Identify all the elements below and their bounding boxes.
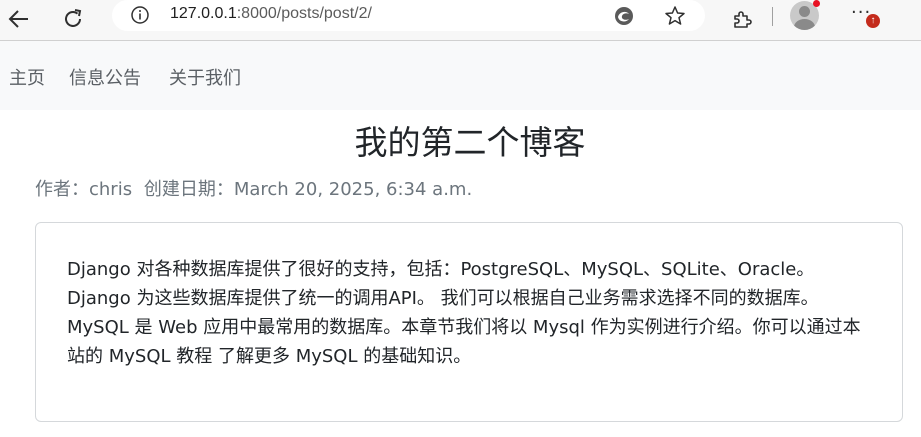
update-badge: ↑	[866, 14, 880, 28]
nav-link-home[interactable]: 主页	[9, 64, 45, 90]
url-path: :8000/posts/post/2/	[236, 5, 372, 22]
info-icon[interactable]	[130, 5, 150, 25]
post-body-text: Django 对各种数据库提供了很好的支持，包括：PostgreSQL、MySQ…	[67, 259, 861, 367]
extensions-button[interactable]	[727, 4, 757, 34]
post-date: 创建日期：March 20, 2025, 6:34 a.m.	[143, 179, 473, 200]
nav-link-about[interactable]: 关于我们	[169, 64, 241, 90]
avatar-head-shape	[799, 6, 810, 17]
avatar-body-shape	[794, 19, 815, 30]
post-title: 我的第二个博客	[354, 123, 586, 162]
site-navbar: 主页 信息公告 关于我们	[0, 41, 921, 110]
url-host: 127.0.0.1	[170, 5, 237, 22]
reload-button[interactable]	[58, 4, 88, 34]
puzzle-icon	[734, 11, 752, 28]
reload-icon	[65, 9, 82, 27]
post-author: 作者：chris	[35, 179, 133, 200]
post-meta: 作者：chris 创建日期：March 20, 2025, 6:34 a.m.	[35, 175, 478, 201]
favorite-star-icon[interactable]	[663, 4, 687, 28]
address-bar[interactable]: 127.0.0.1:8000/posts/post/2/	[112, 0, 705, 31]
url-text[interactable]: 127.0.0.1:8000/posts/post/2/	[170, 5, 372, 23]
profile-notification-dot	[813, 0, 820, 7]
arrow-left-icon	[8, 10, 28, 28]
edge-sync-icon[interactable]	[612, 4, 636, 28]
post-body-card: Django 对各种数据库提供了很好的支持，包括：PostgreSQL、MySQ…	[35, 222, 903, 422]
nav-link-announcements[interactable]: 信息公告	[69, 64, 141, 90]
browser-toolbar: 127.0.0.1:8000/posts/post/2/ ··· ↑	[0, 0, 921, 41]
back-button[interactable]	[4, 4, 34, 34]
toolbar-separator	[772, 7, 773, 26]
